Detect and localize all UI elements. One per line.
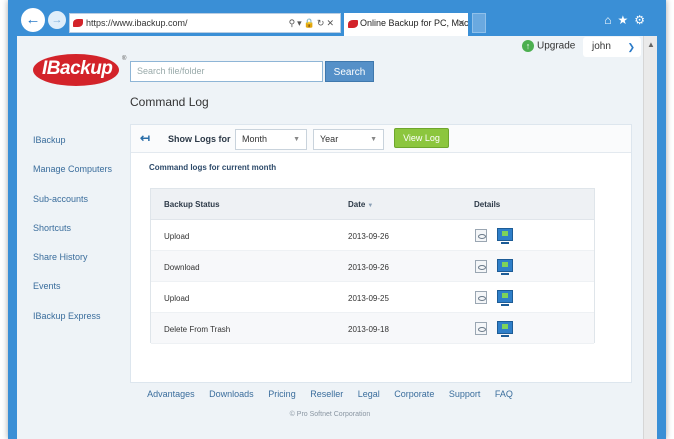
computer-details-icon[interactable] (497, 259, 513, 275)
row-date: 2013-09-25 (348, 294, 389, 303)
column-header-date[interactable]: Date ▼ (348, 200, 373, 209)
address-actions-icon[interactable]: ⚲▾🔒↻✕ (289, 14, 336, 32)
table-header: Backup Status Date ▼ Details (151, 189, 594, 220)
address-bar[interactable]: https://www.ibackup.com/ ⚲▾🔒↻✕ (69, 13, 341, 33)
tab-close-icon[interactable]: ✕ (457, 13, 465, 34)
month-select-value: Month (242, 134, 268, 144)
site-footer: Advantages Downloads Pricing Reseller Le… (17, 389, 643, 418)
view-log-icon[interactable] (475, 260, 487, 273)
column-header-status: Backup Status (164, 200, 220, 209)
computer-details-icon[interactable] (497, 321, 513, 337)
ibackup-logo[interactable]: IBackup ® (33, 52, 126, 88)
footer-link-pricing[interactable]: Pricing (268, 389, 296, 399)
vertical-scrollbar[interactable]: ▲ (643, 36, 657, 439)
footer-link-legal[interactable]: Legal (358, 389, 380, 399)
upgrade-label: Upgrade (537, 40, 576, 52)
sidebar-item-events[interactable]: Events (33, 280, 133, 309)
column-header-details: Details (474, 200, 501, 209)
view-log-icon[interactable] (475, 291, 487, 304)
command-log-table: Backup Status Date ▼ Details Upload 2013-… (150, 188, 595, 344)
month-select[interactable]: Month ▼ (235, 129, 307, 150)
upgrade-link[interactable]: ↑ Upgrade (522, 40, 575, 52)
browser-toolbar: ← → https://www.ibackup.com/ ⚲▾🔒↻✕ Onlin… (17, 0, 657, 36)
tab-favicon-icon (348, 20, 358, 28)
logo-text: IBackup (42, 58, 113, 79)
caret-down-icon: ▼ (293, 136, 300, 143)
table-row: Delete From Trash 2013-09-18 (151, 313, 594, 344)
browser-window: ← → https://www.ibackup.com/ ⚲▾🔒↻✕ Onlin… (8, 0, 666, 439)
footer-links: Advantages Downloads Pricing Reseller Le… (17, 389, 643, 399)
upgrade-arrow-icon: ↑ (522, 40, 534, 52)
log-subtitle: Command logs for current month (149, 163, 277, 172)
back-arrow-icon[interactable]: ↤ (140, 131, 150, 145)
search-button[interactable]: Search (325, 61, 374, 82)
copyright-text: © Pro Softnet Corporation (289, 411, 371, 418)
view-log-button[interactable]: View Log (394, 128, 449, 148)
row-date: 2013-09-26 (348, 232, 389, 241)
show-logs-label: Show Logs for (168, 134, 231, 144)
year-select[interactable]: Year ▼ (313, 129, 384, 150)
footer-link-advantages[interactable]: Advantages (147, 389, 195, 399)
page-content: ↑ Upgrade john ❯ IBackup ® Search file/fo… (17, 36, 643, 439)
new-tab-button[interactable] (472, 13, 486, 33)
sidebar-nav: IBackup Manage Computers Sub-accounts Sh… (33, 134, 133, 339)
sidebar-item-share-history[interactable]: Share History (33, 251, 133, 280)
sidebar-item-ibackup[interactable]: IBackup (33, 134, 133, 163)
row-status: Upload (164, 294, 190, 303)
browser-tools-icons[interactable]: ⌂★⚙ (604, 13, 651, 27)
computer-details-icon[interactable] (497, 290, 513, 306)
log-filter-toolbar: ↤ Show Logs for Month ▼ Year ▼ View Log (131, 125, 631, 153)
sidebar-item-manage-computers[interactable]: Manage Computers (33, 163, 133, 192)
forward-arrow-icon[interactable]: → (48, 11, 66, 29)
footer-link-downloads[interactable]: Downloads (209, 389, 254, 399)
computer-details-icon[interactable] (497, 228, 513, 244)
search-input[interactable]: Search file/folder (130, 61, 323, 82)
sidebar-item-sub-accounts[interactable]: Sub-accounts (33, 193, 133, 222)
year-select-value: Year (320, 134, 339, 144)
row-status: Delete From Trash (164, 325, 231, 334)
scroll-up-icon[interactable]: ▲ (647, 40, 655, 49)
table-row: Upload 2013-09-26 (151, 220, 594, 251)
sidebar-item-ibackup-express[interactable]: IBackup Express (33, 310, 133, 339)
sort-down-icon: ▼ (367, 203, 374, 209)
table-row: Download 2013-09-26 (151, 251, 594, 282)
logo-registered-mark: ® (122, 56, 127, 62)
command-log-panel: ↤ Show Logs for Month ▼ Year ▼ View Log … (130, 124, 632, 383)
user-name: john (592, 41, 611, 52)
footer-link-faq[interactable]: FAQ (495, 389, 513, 399)
address-url: https://www.ibackup.com/ (86, 18, 188, 28)
row-date: 2013-09-26 (348, 263, 389, 272)
site-header: ↑ Upgrade john ❯ IBackup ® Search file/fo… (17, 36, 643, 94)
row-status: Upload (164, 232, 190, 241)
page-title: Command Log (130, 95, 209, 109)
browser-tab[interactable]: Online Backup for PC, Mac ... ✕ (344, 13, 468, 36)
back-arrow-icon[interactable]: ← (21, 8, 45, 32)
row-status: Download (164, 263, 200, 272)
tab-title: Online Backup for PC, Mac ... (360, 18, 468, 28)
row-date: 2013-09-18 (348, 325, 389, 334)
column-header-date-label: Date (348, 200, 366, 209)
footer-link-corporate[interactable]: Corporate (394, 389, 434, 399)
site-favicon-icon (73, 19, 83, 27)
view-log-icon[interactable] (475, 229, 487, 242)
user-menu[interactable]: john ❯ (583, 37, 641, 57)
chevron-down-icon: ❯ (627, 42, 635, 52)
footer-link-reseller[interactable]: Reseller (310, 389, 343, 399)
table-row: Upload 2013-09-25 (151, 282, 594, 313)
caret-down-icon: ▼ (370, 136, 377, 143)
view-log-icon[interactable] (475, 322, 487, 335)
footer-link-support[interactable]: Support (449, 389, 481, 399)
sidebar-item-shortcuts[interactable]: Shortcuts (33, 222, 133, 251)
